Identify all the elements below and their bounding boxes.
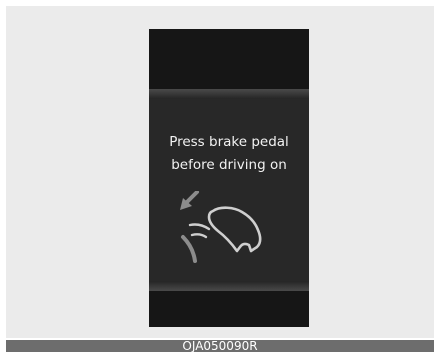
figure-code: OJA050090R (182, 340, 258, 352)
display-top-highlight (149, 89, 309, 99)
warning-message-line-2: before driving on (171, 157, 287, 173)
press-arrow-icon (180, 191, 199, 210)
pedal-arc-icon (181, 235, 197, 263)
warning-message-line-1: Press brake pedal (169, 134, 289, 150)
foot-icon (207, 206, 262, 253)
brake-pedal-icon (180, 191, 262, 263)
warning-message: Press brake pedal before driving on (149, 131, 309, 177)
warning-panel: Press brake pedal before driving on (149, 99, 309, 281)
illustration-background: Press brake pedal before driving on (6, 6, 434, 338)
motion-lines-icon (188, 223, 211, 239)
display-bottom-highlight (149, 281, 309, 291)
figure-code-bar: OJA050090R (6, 340, 434, 352)
cluster-lcd-display: Press brake pedal before driving on (149, 29, 309, 327)
